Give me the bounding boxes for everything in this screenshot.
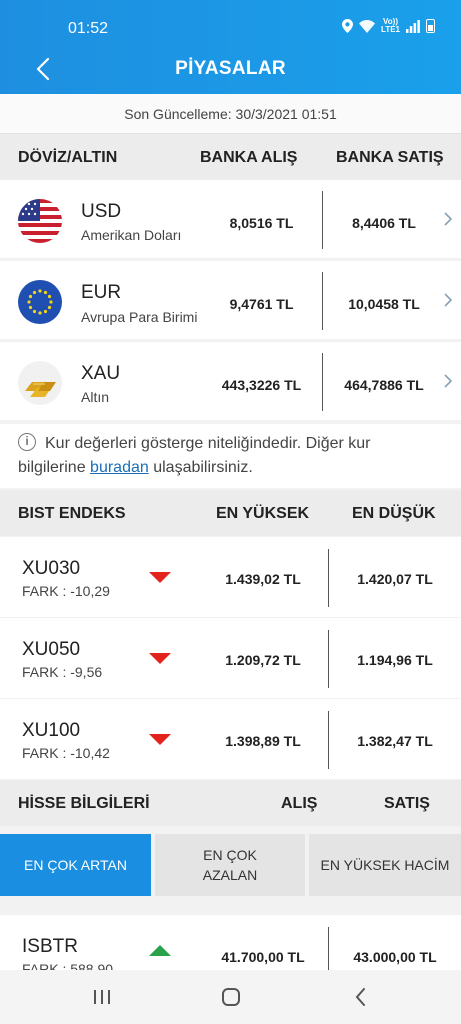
index-low-value: 1.420,07 TL xyxy=(357,571,433,587)
index-diff: FARK : -9,56 xyxy=(22,664,103,680)
fx-name: Avrupa Para Birimi xyxy=(81,309,198,325)
info-note: i Kur değerleri gösterge niteliğindedir.… xyxy=(0,424,461,488)
recent-apps-icon xyxy=(94,990,110,1004)
column-divider xyxy=(322,191,323,249)
recent-apps-button[interactable] xyxy=(82,982,122,1012)
fx-header-name: DÖVİZ/ALTIN xyxy=(18,149,118,166)
index-high-value: 1.439,02 TL xyxy=(225,571,301,587)
fx-sell-value: 464,7886 TL xyxy=(344,377,424,393)
index-low-value: 1.194,96 TL xyxy=(357,652,433,668)
fx-row-xau[interactable]: XAU Altın 443,3226 TL 464,7886 TL xyxy=(0,342,461,420)
down-arrow-icon xyxy=(149,572,171,583)
fx-name: Amerikan Doları xyxy=(81,227,182,243)
column-divider xyxy=(322,353,323,411)
app-header: 01:52 Vo)) LTE1 PİYASALAR xyxy=(0,0,461,94)
fx-row-usd[interactable]: USD Amerikan Doları 8,0516 TL 8,4406 TL xyxy=(0,180,461,258)
fx-name: Altın xyxy=(81,389,110,405)
info-link[interactable]: buradan xyxy=(90,459,149,476)
index-row-xu100[interactable]: XU100 FARK : -10,42 1.398,89 TL 1.382,47… xyxy=(0,699,461,779)
stocks-header-name: HİSSE BİLGİLERİ xyxy=(18,795,150,812)
fx-code: EUR xyxy=(81,282,122,303)
system-back-button[interactable] xyxy=(341,982,381,1012)
location-icon xyxy=(342,19,354,33)
down-arrow-icon xyxy=(149,734,171,745)
stocks-tabs: EN ÇOK ARTAN EN ÇOK AZALAN EN YÜKSEK HAC… xyxy=(0,834,461,896)
fx-row-eur[interactable]: EUR Avrupa Para Birimi 9,4761 TL 10,0458… xyxy=(0,261,461,339)
down-arrow-icon xyxy=(149,653,171,664)
index-code: XU050 xyxy=(22,639,81,660)
tab-en-cok-azalan[interactable]: EN ÇOK AZALAN xyxy=(155,834,305,896)
column-divider xyxy=(328,927,329,970)
fx-section-header: DÖVİZ/ALTIN BANKA ALIŞ BANKA SATIŞ xyxy=(0,134,461,180)
fx-header-buy: BANKA ALIŞ xyxy=(200,149,298,166)
column-divider xyxy=(328,549,329,607)
chevron-right-icon[interactable] xyxy=(441,291,455,309)
column-divider xyxy=(328,630,329,688)
tab-en-yuksek-hacim[interactable]: EN YÜKSEK HACİM xyxy=(309,834,461,896)
index-diff: FARK : -10,29 xyxy=(22,583,110,599)
fx-sell-value: 10,0458 TL xyxy=(348,296,420,312)
fx-sell-value: 8,4406 TL xyxy=(352,215,416,231)
fx-buy-value: 8,0516 TL xyxy=(229,215,294,231)
bist-header-name: BIST ENDEKS xyxy=(18,505,126,522)
us-flag-icon xyxy=(18,199,62,243)
bist-header-low: EN DÜŞÜK xyxy=(352,505,436,522)
stocks-section-header: HİSSE BİLGİLERİ ALIŞ SATIŞ xyxy=(0,780,461,826)
index-row-xu050[interactable]: XU050 FARK : -9,56 1.209,72 TL 1.194,96 … xyxy=(0,618,461,698)
bist-section-header: BIST ENDEKS EN YÜKSEK EN DÜŞÜK xyxy=(0,490,461,536)
stock-row-isbtr[interactable]: ISBTR FARK : 588,90 41.700,00 TL 43.000,… xyxy=(0,915,461,970)
home-icon xyxy=(222,988,240,1006)
stock-buy-value: 41.700,00 TL xyxy=(221,949,305,965)
status-icons: Vo)) LTE1 xyxy=(342,18,435,34)
stocks-header-buy: ALIŞ xyxy=(281,795,318,812)
network-label: Vo)) LTE1 xyxy=(381,17,400,34)
gold-bars-icon xyxy=(18,361,62,405)
index-low-value: 1.382,47 TL xyxy=(357,733,433,749)
status-time: 01:52 xyxy=(68,20,109,37)
back-arrow-icon xyxy=(355,988,365,1006)
signal-icon xyxy=(406,19,420,33)
stock-diff: FARK : 588,90 xyxy=(22,961,114,970)
index-code: XU100 xyxy=(22,720,81,741)
index-row-xu030[interactable]: XU030 FARK : -10,29 1.439,02 TL 1.420,07… xyxy=(0,537,461,617)
fx-code: XAU xyxy=(81,363,121,384)
tab-en-cok-artan[interactable]: EN ÇOK ARTAN xyxy=(0,834,151,896)
stocks-header-sell: SATIŞ xyxy=(384,795,430,812)
page-title: PİYASALAR xyxy=(175,58,286,79)
fx-buy-value: 9,4761 TL xyxy=(229,296,294,312)
index-high-value: 1.398,89 TL xyxy=(225,733,301,749)
info-icon: i xyxy=(18,433,36,451)
column-divider xyxy=(328,711,329,769)
stock-sell-value: 43.000,00 TL xyxy=(353,949,437,965)
home-button[interactable] xyxy=(211,982,251,1012)
wifi-icon xyxy=(359,19,376,33)
fx-buy-value: 443,3226 TL xyxy=(221,377,302,393)
chevron-right-icon[interactable] xyxy=(441,210,455,228)
fx-header-sell: BANKA SATIŞ xyxy=(336,149,444,166)
battery-icon xyxy=(426,19,435,33)
last-update: Son Güncelleme: 30/3/2021 01:51 xyxy=(0,94,461,134)
stock-code: ISBTR xyxy=(22,936,78,957)
index-code: XU030 xyxy=(22,558,81,579)
up-arrow-icon xyxy=(149,945,171,956)
info-text: Kur değerleri gösterge niteliğindedir. D… xyxy=(18,435,371,476)
index-high-value: 1.209,72 TL xyxy=(225,652,301,668)
fx-code: USD xyxy=(81,201,122,222)
column-divider xyxy=(322,272,323,330)
system-nav-bar xyxy=(0,970,461,1024)
index-diff: FARK : -10,42 xyxy=(22,745,110,761)
bist-header-high: EN YÜKSEK xyxy=(216,505,310,522)
eu-flag-icon xyxy=(18,280,62,324)
chevron-right-icon[interactable] xyxy=(441,372,455,390)
